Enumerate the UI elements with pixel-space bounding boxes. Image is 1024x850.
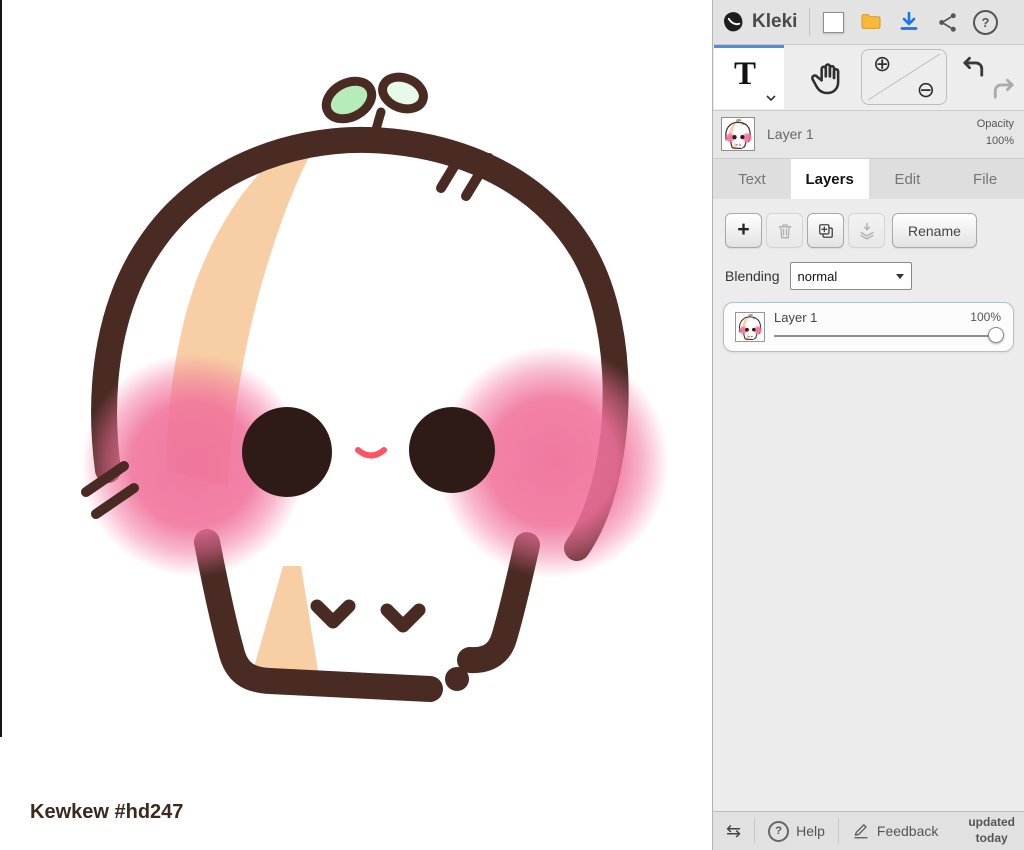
- canvas-artwork: [0, 0, 710, 760]
- share-button[interactable]: [928, 3, 966, 41]
- share-icon: [939, 12, 956, 32]
- hand-tool-button[interactable]: [809, 59, 847, 97]
- feedback-button[interactable]: Feedback: [839, 812, 951, 850]
- artist-signature: Kewkew #hd247: [30, 801, 184, 823]
- chevron-down-icon[interactable]: [766, 95, 776, 101]
- opacity-slider-knob[interactable]: [988, 327, 1004, 343]
- layer-opacity-readout: Opacity 100%: [977, 116, 1014, 149]
- add-layer-button[interactable]: +: [725, 213, 762, 248]
- blending-select[interactable]: normal: [789, 262, 912, 290]
- layer-item[interactable]: Layer 1 100%: [723, 302, 1014, 352]
- redo-button[interactable]: [990, 75, 1018, 103]
- kleki-logo: Kleki: [717, 10, 805, 35]
- new-image-button[interactable]: [814, 3, 852, 41]
- tab-file[interactable]: File: [946, 159, 1024, 199]
- updated-line1: updated: [968, 815, 1015, 830]
- merge-down-icon: [859, 222, 874, 240]
- help-glyph: ?: [775, 825, 782, 837]
- select-caret-icon: [895, 273, 904, 279]
- feedback-label: Feedback: [876, 823, 939, 839]
- delete-layer-button[interactable]: [766, 213, 803, 248]
- merge-layer-button[interactable]: [848, 213, 885, 248]
- undo-button[interactable]: [959, 53, 987, 81]
- swap-colors-button[interactable]: ⇆: [713, 812, 754, 850]
- hand-icon: [811, 63, 840, 95]
- blending-row: Blending normal: [713, 248, 1024, 290]
- tab-layers[interactable]: Layers: [790, 159, 869, 199]
- swap-icon: ⇆: [726, 820, 742, 841]
- layers-panel: + Rename Blending normal Layer 1 100%: [713, 199, 1024, 811]
- redo-icon: [993, 78, 1014, 99]
- help-circle-icon: ?: [768, 820, 790, 842]
- layer-opacity-value: 100%: [970, 310, 1001, 324]
- open-file-button[interactable]: [852, 3, 890, 41]
- kleki-logo-text: Kleki: [752, 11, 798, 32]
- bottom-bar: ⇆ ? Help Feedback updated today: [713, 811, 1024, 850]
- duplicate-layer-button[interactable]: [807, 213, 844, 248]
- help-glyph: ?: [981, 14, 990, 30]
- trash-icon: [778, 223, 791, 238]
- kleki-app: Kewkew #hd247 Kleki ? T ⊕ ⊖ Layer 1 Opac…: [0, 0, 1024, 850]
- undo-icon: [963, 56, 984, 77]
- layer-thumbnail: [735, 312, 765, 342]
- opacity-value: 100%: [985, 134, 1014, 147]
- drawing-canvas[interactable]: Kewkew #hd247: [0, 0, 712, 850]
- opacity-label: Opacity: [976, 118, 1014, 130]
- tool-row: T ⊕ ⊖: [713, 45, 1024, 111]
- layer-preview-name: Layer 1: [767, 126, 814, 142]
- layer-preview-row: Layer 1 Opacity 100%: [713, 111, 1024, 159]
- tab-edit[interactable]: Edit: [869, 159, 947, 199]
- folder-icon: [861, 14, 881, 29]
- help-bottom-button[interactable]: ? Help: [755, 812, 838, 850]
- updated-status: updated today: [959, 815, 1024, 846]
- download-icon: [901, 11, 918, 30]
- blending-label: Blending: [725, 268, 780, 284]
- help-icon: ?: [972, 9, 998, 35]
- layer-preview-art: [724, 119, 753, 149]
- opacity-slider-track[interactable]: [774, 335, 989, 337]
- updated-line2: today: [975, 831, 1008, 845]
- layer-name: Layer 1: [774, 310, 818, 325]
- text-tool-label: T: [733, 56, 756, 92]
- pencil-icon: [854, 824, 868, 839]
- kleki-logo-icon: [724, 11, 743, 31]
- plus-icon: +: [737, 217, 750, 241]
- zoom-out-button[interactable]: ⊖: [917, 77, 935, 103]
- text-tool-button[interactable]: T: [714, 45, 784, 109]
- help-label: Help: [796, 823, 825, 839]
- toolbar-separator: [809, 8, 811, 36]
- save-button[interactable]: [890, 3, 928, 41]
- top-toolbar: Kleki ?: [713, 0, 1024, 45]
- zoom-in-button[interactable]: ⊕: [873, 51, 891, 77]
- panel-tabs: Text Layers Edit File: [713, 159, 1024, 199]
- layer-actions-row: + Rename: [713, 199, 1024, 248]
- duplicate-icon: [818, 223, 833, 238]
- rename-layer-button[interactable]: Rename: [892, 213, 977, 248]
- layer-preview-thumbnail[interactable]: [721, 117, 755, 151]
- canvas-edge-line: [0, 0, 2, 737]
- tab-text[interactable]: Text: [713, 159, 791, 199]
- new-file-icon: [822, 11, 844, 33]
- blending-value: normal: [797, 268, 838, 284]
- layer-thumbnail-art: [737, 314, 763, 340]
- zoom-control: ⊕ ⊖: [861, 49, 947, 105]
- side-panel: Kleki ? T ⊕ ⊖ Layer 1 Opacity 100% Text …: [712, 0, 1024, 850]
- help-button[interactable]: ?: [966, 3, 1004, 41]
